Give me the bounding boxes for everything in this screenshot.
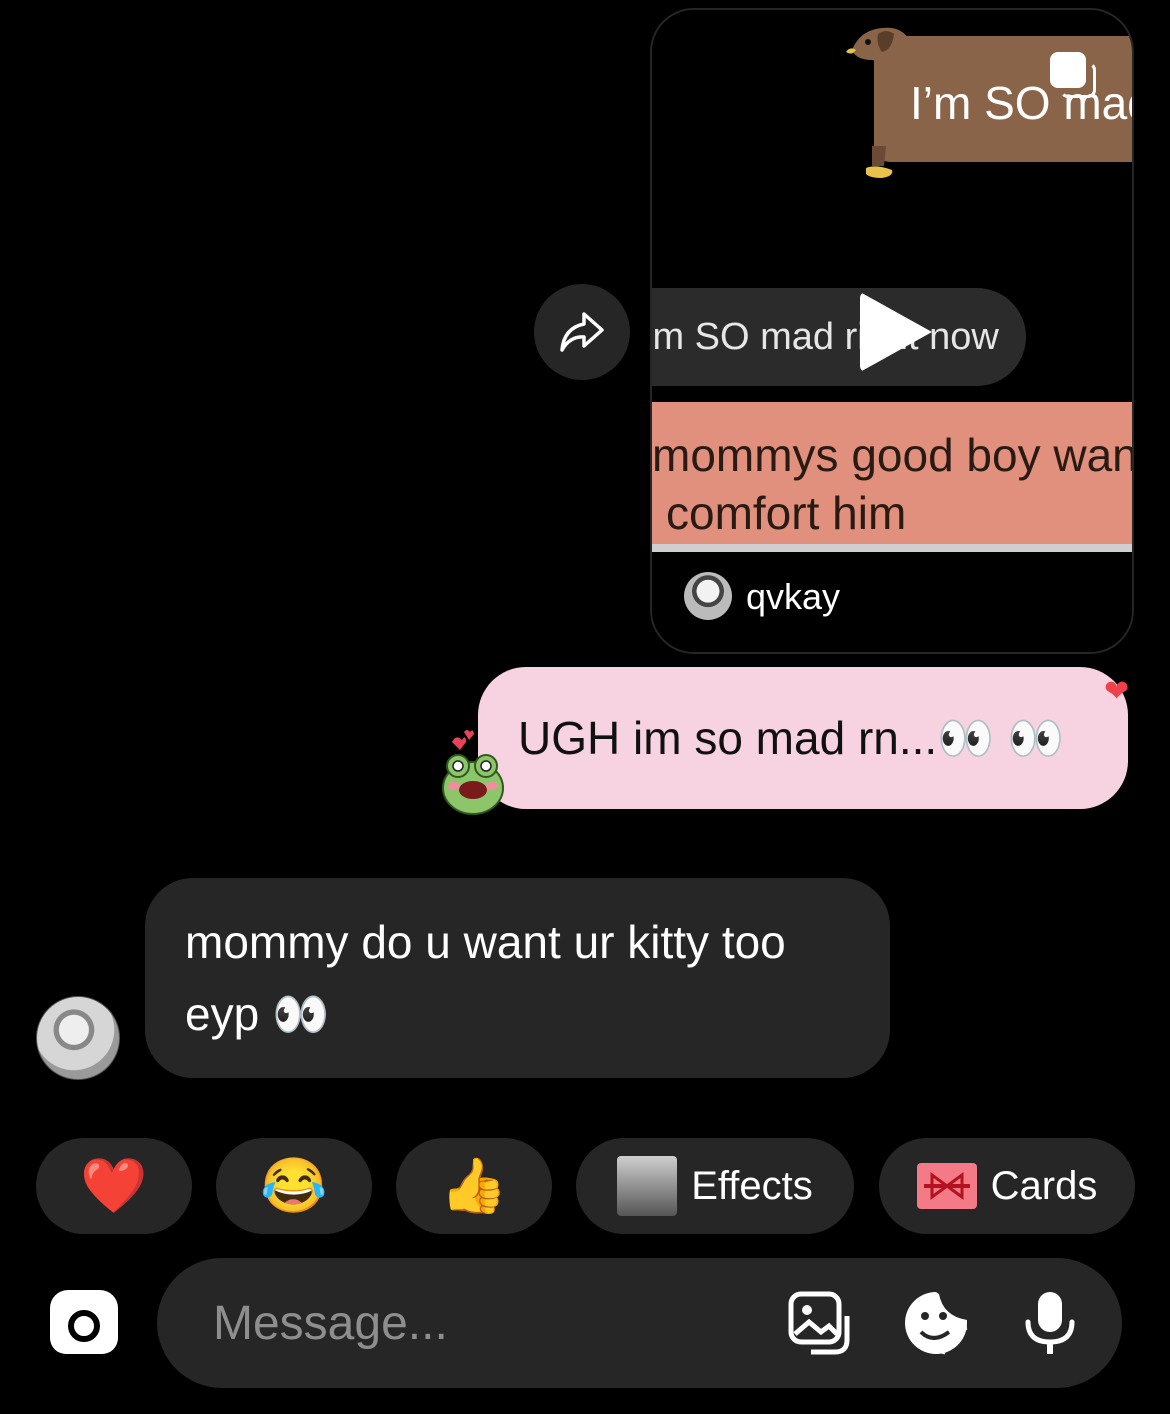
dachshund-legs-illustration [866,146,893,178]
effects-label: Effects [691,1163,813,1208]
cards-label: Cards [990,1163,1098,1208]
message-reaction-heart[interactable]: ❤ [1104,674,1129,709]
reel-video-preview[interactable]: I’m SO mad ’m SO mad right now mommys go… [652,10,1132,558]
sticker-icon [905,1292,968,1355]
microphone-button[interactable] [1015,1288,1085,1358]
heart-emoji: ❤️ [80,1156,148,1216]
message-composer [157,1258,1122,1388]
author-name[interactable]: qvkay [746,576,840,618]
incoming-message-bubble[interactable]: mommy do u want ur kitty too eyp 👀 [145,878,890,1078]
play-icon[interactable] [860,292,932,372]
shared-reel-card[interactable]: I’m SO mad ’m SO mad right now mommys go… [650,8,1134,654]
sticker-button[interactable] [901,1288,971,1358]
effects-button[interactable]: Effects [576,1138,854,1234]
thumbs-up-emoji: 👍 [440,1156,508,1216]
camera-icon [50,1290,118,1354]
share-icon [560,312,604,352]
incoming-message-line-1: mommy do u want ur kitty too [185,916,786,968]
cards-thumbnail [916,1163,977,1209]
outgoing-message-bubble[interactable]: UGH im so mad rn...👀 👀 [478,667,1128,809]
gallery-button[interactable] [785,1288,855,1358]
reels-icon [1050,52,1086,88]
chat-screen: I’m SO mad ’m SO mad right now mommys go… [0,0,1170,1414]
reel-caption-text: ’m SO mad right now [650,316,999,358]
reel-top-banner-text: I’m SO mad [910,77,1134,129]
incoming-message-line-2: eyp 👀 [185,988,330,1040]
microphone-icon [1025,1292,1075,1354]
reel-salmon-line-2: comfort him [666,487,907,539]
outgoing-message-text: UGH im so mad rn...👀 👀 [518,711,1065,764]
cards-button[interactable]: Cards [879,1138,1135,1234]
message-input[interactable] [211,1292,775,1354]
gallery-icon [788,1291,850,1355]
camera-button[interactable] [50,1290,118,1354]
quick-reaction-heart[interactable]: ❤️ [36,1138,192,1234]
share-button[interactable] [534,284,630,380]
reel-salmon-banner: mommys good boy wants comfort him [652,402,1132,552]
sender-avatar[interactable] [36,996,120,1080]
quick-reaction-laugh[interactable]: 😂 [216,1138,372,1234]
laugh-emoji: 😂 [260,1156,328,1216]
quick-reaction-thumbs-up[interactable]: 👍 [396,1138,552,1234]
reel-footer[interactable]: qvkay [652,558,1132,652]
dachshund-head-illustration [846,27,908,62]
reel-salmon-line-1: mommys good boy wants [652,429,1134,481]
frog-sticker [442,730,504,815]
ribbon-icon [923,1172,970,1200]
effects-thumbnail [617,1156,678,1216]
author-avatar[interactable] [684,572,732,620]
